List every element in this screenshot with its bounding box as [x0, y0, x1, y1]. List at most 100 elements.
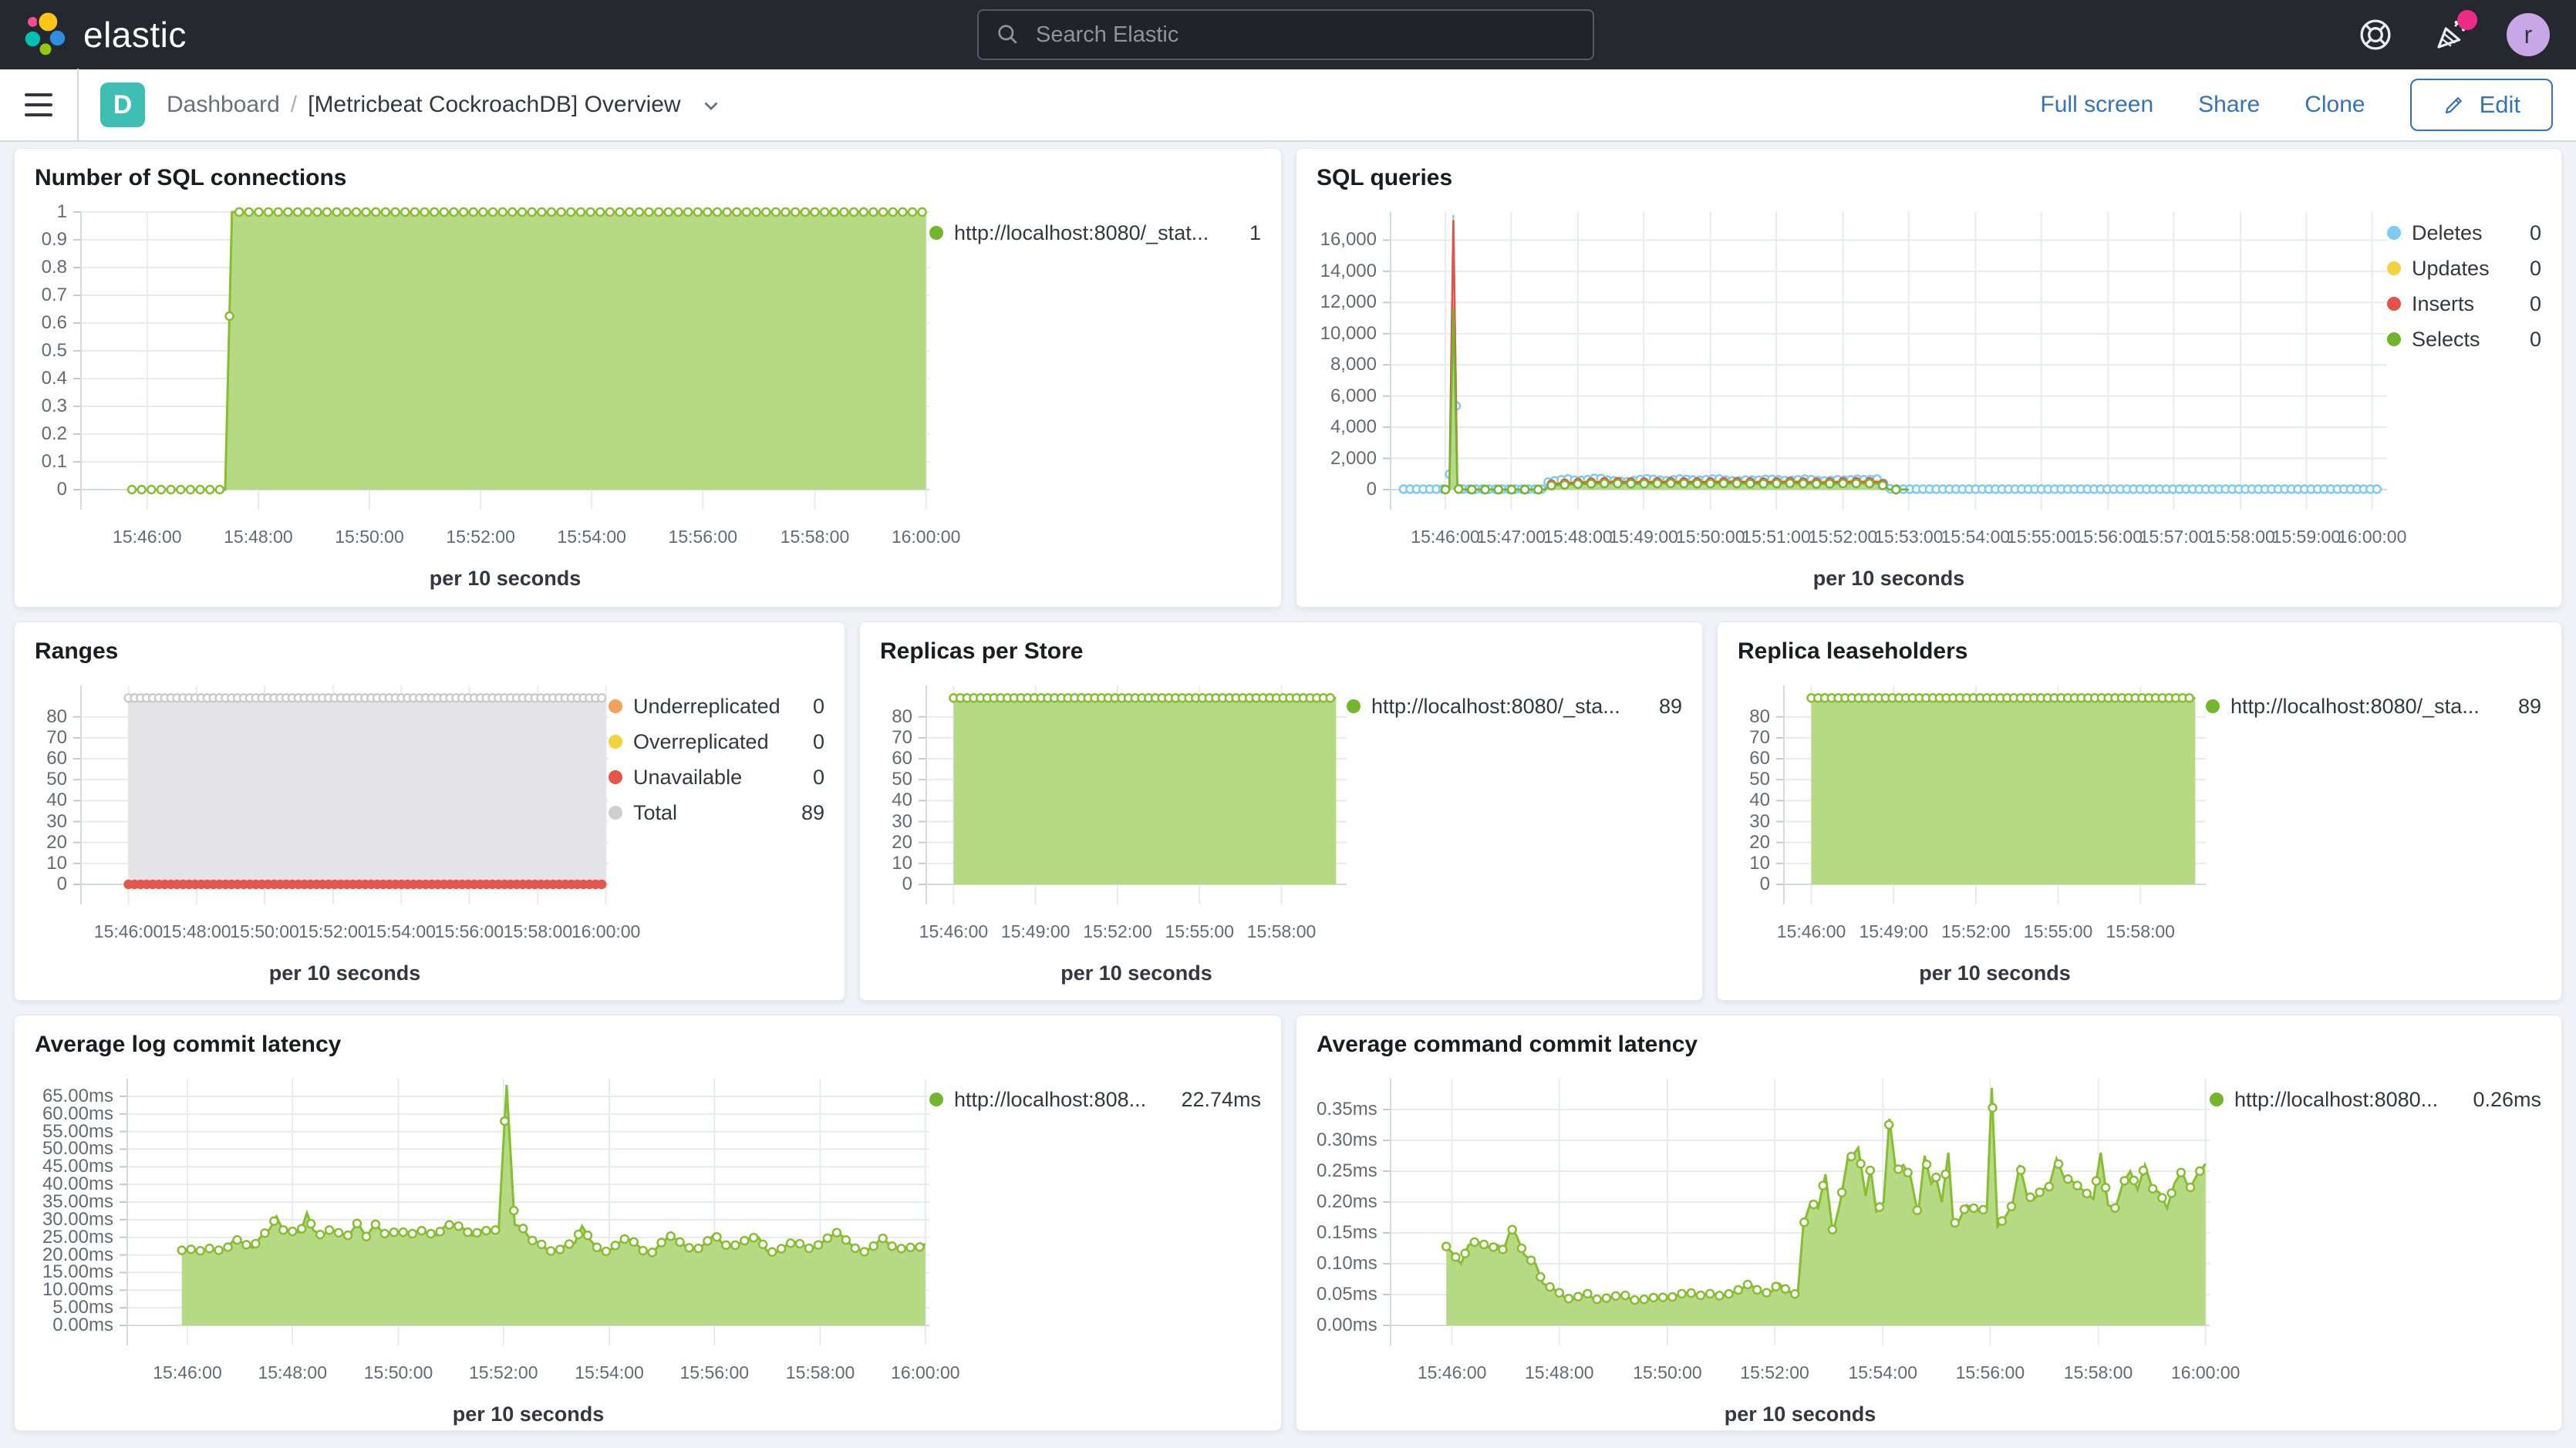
- share-button[interactable]: Share: [2198, 92, 2260, 118]
- y-axis-tick: 0: [1738, 873, 1770, 896]
- y-axis-tick: 20: [880, 831, 912, 854]
- legend-dot: [609, 735, 622, 749]
- legend-dot: [2387, 332, 2401, 346]
- y-axis-tick: 60: [880, 747, 912, 770]
- chart-plot-area[interactable]: [1391, 212, 2387, 516]
- y-axis-tick: 50: [880, 768, 912, 791]
- legend-item[interactable]: http://localhost:8080/_sta...89: [1347, 689, 1682, 724]
- edit-button[interactable]: Edit: [2410, 79, 2553, 131]
- breadcrumb-separator: /: [291, 92, 297, 118]
- legend-item[interactable]: Underreplicated0: [609, 689, 824, 724]
- legend-item[interactable]: http://localhost:8080/_sta...89: [2206, 689, 2541, 724]
- legend-value: 0: [804, 766, 824, 790]
- x-axis-tick: 16:00:00: [2136, 1361, 2275, 1384]
- header-center: [276, 9, 2295, 60]
- chart-replica-leaseholders: 0102030405060708015:46:0015:49:0015:52:0…: [1738, 685, 2541, 1000]
- y-axis-tick: 10,000: [1317, 322, 1377, 345]
- y-axis-tick: 1: [35, 200, 67, 224]
- legend-value: 0: [804, 730, 824, 754]
- panel-ranges: Ranges 0102030405060708015:46:0015:48:00…: [14, 621, 845, 1001]
- legend-item[interactable]: Total89: [609, 795, 824, 830]
- x-axis-tick: 16:00:00: [856, 1361, 995, 1384]
- elastic-logo-text: elastic: [83, 14, 187, 56]
- chart-plot-area[interactable]: [926, 685, 1347, 911]
- y-axis-tick: 40: [880, 789, 912, 812]
- toolbar-actions: Full screen Share Clone Edit: [2040, 79, 2553, 131]
- header-right: r: [2295, 13, 2550, 56]
- chart-plot-area[interactable]: [81, 685, 609, 911]
- legend-label: http://localhost:8080/_stat...: [954, 221, 1209, 245]
- y-axis-tick: 10: [880, 852, 912, 875]
- y-axis-tick: 2,000: [1317, 447, 1377, 470]
- y-axis-tick: 30: [35, 810, 67, 833]
- y-axis-tick: 40: [1738, 789, 1770, 812]
- full-screen-button[interactable]: Full screen: [2040, 92, 2153, 118]
- chart-plot-area[interactable]: [1391, 1079, 2210, 1352]
- legend-label: Total: [633, 801, 677, 825]
- x-axis-label: per 10 seconds: [926, 961, 1347, 985]
- chevron-down-icon[interactable]: [700, 93, 723, 116]
- y-axis-tick: 0.8: [35, 256, 67, 279]
- global-header: elastic: [0, 0, 2576, 69]
- chart-average-command-commit-latency: 0.00ms0.05ms0.10ms0.15ms0.20ms0.25ms0.30…: [1317, 1079, 2541, 1431]
- panel-number-of-sql-connections: Number of SQL connections 00.10.20.30.40…: [14, 148, 1282, 608]
- legend-dot: [2206, 699, 2220, 713]
- y-axis-tick: 0: [35, 478, 67, 501]
- panel-title: Ranges: [35, 638, 824, 665]
- legend-item[interactable]: Selects0: [2387, 322, 2541, 357]
- y-axis-tick: 50: [35, 768, 67, 791]
- avatar-initial: r: [2524, 21, 2533, 49]
- dashboard-app-icon[interactable]: D: [100, 83, 145, 127]
- legend-item[interactable]: Inserts0: [2387, 286, 2541, 322]
- legend-item[interactable]: Unavailable 0: [609, 759, 824, 795]
- global-search[interactable]: [977, 9, 1594, 60]
- legend-label: http://localhost:8080/_sta...: [2230, 695, 2480, 719]
- x-axis-label: per 10 seconds: [127, 1403, 929, 1426]
- legend-item[interactable]: Overreplicated 0: [609, 724, 824, 759]
- legend-item[interactable]: http://localhost:8080...0.26ms: [2210, 1082, 2541, 1117]
- clone-button[interactable]: Clone: [2305, 92, 2365, 118]
- x-axis-tick: 16:00:00: [857, 525, 996, 548]
- chart-plot-area[interactable]: [1784, 685, 2206, 911]
- legend-label: http://localhost:8080...: [2234, 1088, 2438, 1112]
- y-axis-tick: 0.4: [35, 367, 67, 390]
- y-axis-tick: 0.30ms: [1317, 1129, 1377, 1152]
- y-axis-tick: 0.20ms: [1317, 1190, 1377, 1214]
- panel-sql-queries: SQL queries 02,0004,0006,0008,00010,0001…: [1296, 148, 2562, 608]
- newsfeed-icon[interactable]: [2431, 15, 2471, 55]
- y-axis-tick: 50: [1738, 768, 1770, 791]
- legend-label: Unavailable: [633, 766, 742, 790]
- legend-item[interactable]: Deletes0: [2387, 215, 2541, 251]
- y-axis-tick: 10: [1738, 852, 1770, 875]
- chart-plot-area[interactable]: [127, 1079, 929, 1352]
- chart-ranges: 0102030405060708015:46:0015:48:0015:50:0…: [35, 685, 824, 1000]
- search-input[interactable]: [1034, 22, 1576, 49]
- help-icon[interactable]: [2355, 15, 2396, 55]
- legend-value: 0: [2520, 328, 2541, 352]
- legend-item[interactable]: http://localhost:808...22.74ms: [929, 1082, 1261, 1117]
- chart-plot-area[interactable]: [81, 212, 929, 516]
- user-avatar[interactable]: r: [2507, 13, 2550, 56]
- y-axis-tick: 0.6: [35, 311, 67, 335]
- legend-value: 0: [2520, 292, 2541, 316]
- elastic-logo[interactable]: elastic: [22, 11, 276, 59]
- legend-dot: [609, 770, 622, 784]
- chart-legend: Underreplicated0Overreplicated0Unavailab…: [609, 685, 824, 1000]
- x-axis-label: per 10 seconds: [1391, 567, 2387, 591]
- legend-dot: [929, 1093, 943, 1106]
- y-axis-tick: 4,000: [1317, 416, 1377, 439]
- breadcrumb: Dashboard / [Metricbeat CockroachDB] Ove…: [167, 92, 723, 118]
- y-axis-tick: 0.5: [35, 339, 67, 362]
- notification-badge: [2457, 10, 2477, 30]
- legend-item[interactable]: Updates0: [2387, 251, 2541, 286]
- legend-label: http://localhost:8080/_sta...: [1371, 695, 1620, 719]
- panel-average-log-commit-latency: Average log commit latency 0.00ms5.00ms1…: [14, 1015, 1282, 1431]
- legend-label: Overreplicated: [633, 730, 769, 754]
- breadcrumb-dashboard[interactable]: Dashboard: [167, 92, 280, 118]
- legend-dot: [929, 226, 943, 240]
- panel-title: SQL queries: [1317, 164, 2541, 192]
- app-window: elastic: [0, 0, 2576, 1448]
- y-axis-tick: 60: [35, 747, 67, 770]
- menu-button[interactable]: [0, 69, 77, 141]
- legend-item[interactable]: http://localhost:8080/_stat...1: [929, 215, 1261, 251]
